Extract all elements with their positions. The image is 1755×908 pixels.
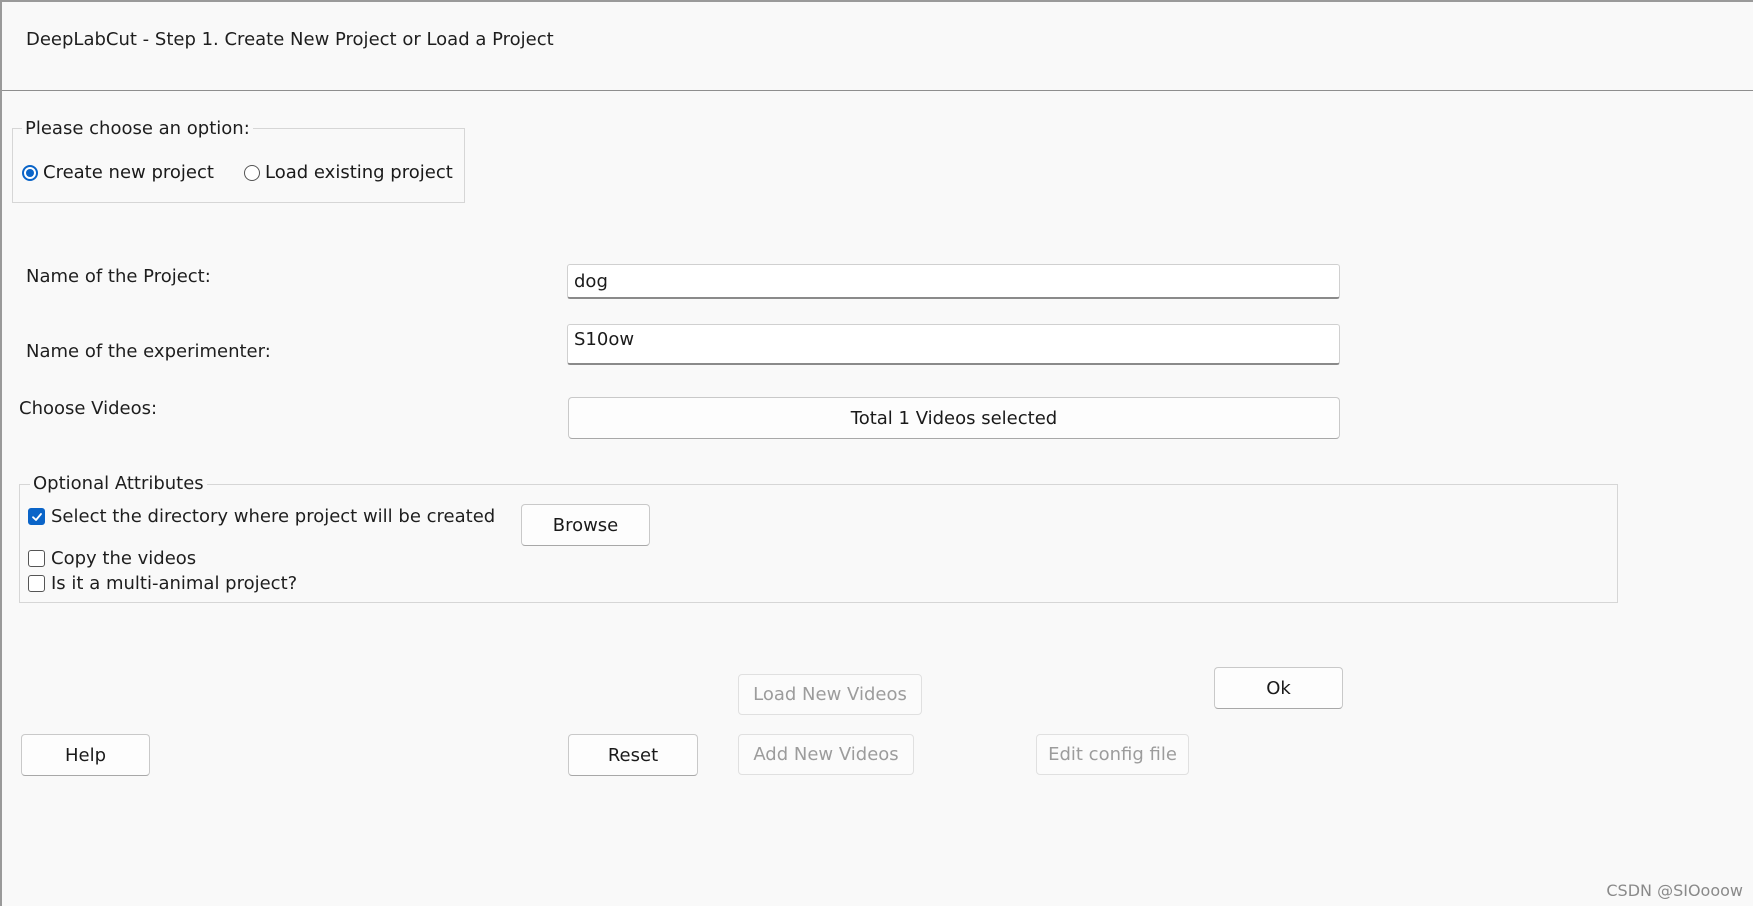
- ok-button[interactable]: Ok: [1214, 667, 1343, 709]
- radio-load-existing-project-label: Load existing project: [265, 162, 453, 183]
- browse-button[interactable]: Browse: [521, 504, 650, 546]
- radio-checked-icon: [22, 164, 38, 181]
- watermark: CSDN @SIOooow: [1606, 881, 1743, 900]
- add-new-videos-button[interactable]: Add New Videos: [738, 734, 914, 775]
- multi-animal-checkbox[interactable]: Is it a multi-animal project?: [28, 573, 297, 594]
- project-name-label: Name of the Project:: [26, 266, 211, 287]
- radio-create-new-project[interactable]: Create new project: [22, 162, 214, 183]
- optional-attributes-label: Optional Attributes: [30, 473, 207, 495]
- project-name-input[interactable]: [567, 264, 1340, 299]
- experimenter-input[interactable]: [567, 324, 1340, 365]
- radio-unchecked-icon: [244, 164, 260, 181]
- load-new-videos-button[interactable]: Load New Videos: [738, 674, 922, 715]
- copy-videos-checkbox[interactable]: Copy the videos: [28, 548, 196, 569]
- checkmark-icon: [31, 512, 42, 521]
- radio-load-existing-project[interactable]: Load existing project: [244, 162, 453, 183]
- select-directory-label: Select the directory where project will …: [51, 506, 496, 527]
- window-title: DeepLabCut - Step 1. Create New Project …: [26, 29, 554, 50]
- choose-videos-button[interactable]: Total 1 Videos selected: [568, 397, 1340, 439]
- choose-videos-label: Choose Videos:: [19, 398, 158, 419]
- edit-config-file-button[interactable]: Edit config file: [1036, 734, 1189, 775]
- title-bar: DeepLabCut - Step 1. Create New Project …: [2, 2, 1753, 91]
- reset-button[interactable]: Reset: [568, 734, 698, 776]
- copy-videos-label: Copy the videos: [51, 548, 197, 569]
- checkbox-unchecked-icon: [28, 575, 45, 592]
- checkbox-checked-icon: [28, 508, 45, 525]
- option-group-label: Please choose an option:: [22, 118, 253, 140]
- multi-animal-label: Is it a multi-animal project?: [51, 573, 298, 594]
- radio-create-new-project-label: Create new project: [43, 162, 214, 183]
- select-directory-checkbox[interactable]: Select the directory where project will …: [28, 506, 495, 527]
- checkbox-unchecked-icon: [28, 550, 45, 567]
- help-button[interactable]: Help: [21, 734, 150, 776]
- experimenter-label: Name of the experimenter:: [26, 341, 271, 362]
- app-window: DeepLabCut - Step 1. Create New Project …: [0, 0, 1753, 906]
